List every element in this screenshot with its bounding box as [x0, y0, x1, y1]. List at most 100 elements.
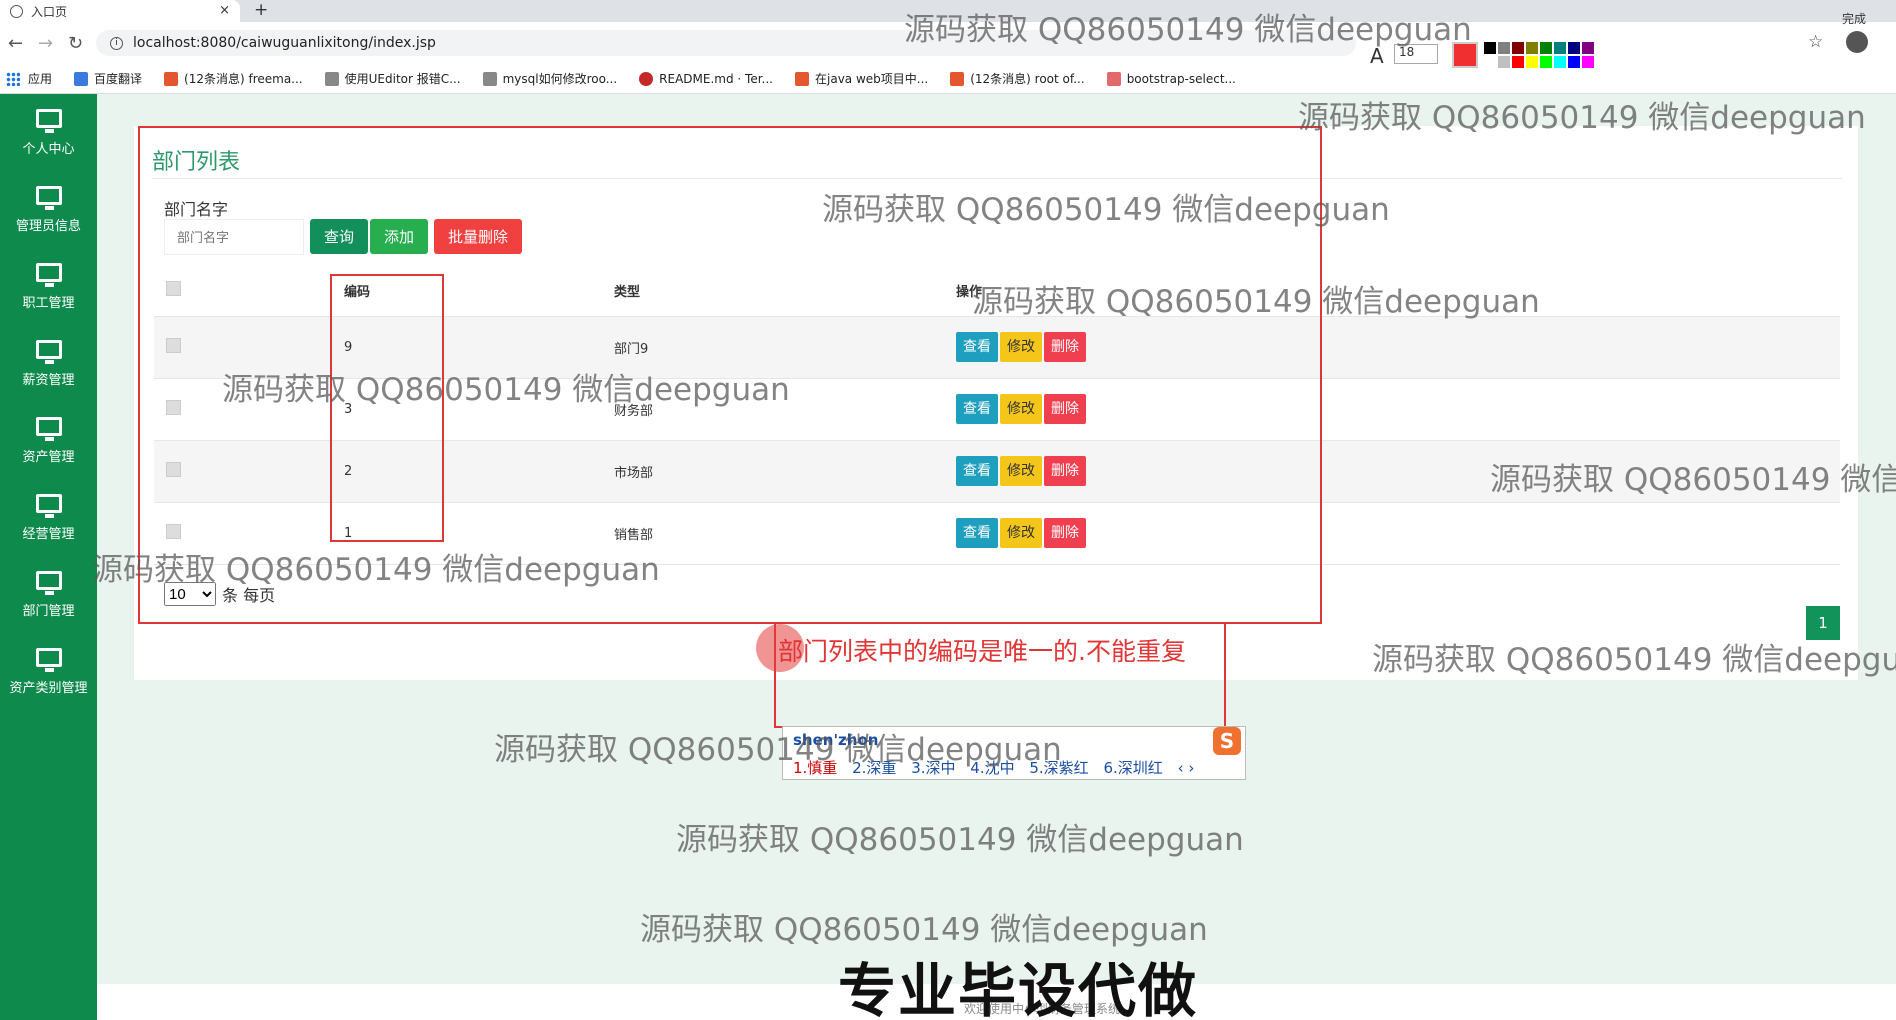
bookmark-item[interactable]: (12条消息) root of...: [950, 70, 1085, 87]
edit-button[interactable]: 修改: [1000, 332, 1042, 362]
sidebar-item-salary[interactable]: 薪资管理: [0, 325, 97, 402]
bookmark-item[interactable]: 在java web项目中...: [795, 70, 928, 87]
color-swatch[interactable]: [1498, 42, 1510, 54]
view-button[interactable]: 查看: [956, 394, 998, 424]
sidebar-item-asset-categories[interactable]: 资产类别管理: [0, 633, 97, 710]
bookmark-item[interactable]: bootstrap-select...: [1106, 71, 1236, 86]
color-swatch[interactable]: [1554, 56, 1566, 68]
ime-page-nav[interactable]: ‹ ›: [1178, 759, 1195, 777]
csdn-icon: [950, 71, 965, 86]
back-icon[interactable]: ←: [8, 33, 23, 54]
color-swatch[interactable]: [1554, 42, 1566, 54]
color-palette[interactable]: [1484, 42, 1594, 68]
ime-candidate-window: shen'zhon 1.慎重 2.深重 3.深中 4.沈中 5.深紫红 6.深圳…: [782, 726, 1246, 780]
color-swatch[interactable]: [1484, 42, 1496, 54]
ime-pinyin: shen'zhon: [793, 731, 879, 749]
edit-button[interactable]: 修改: [1000, 518, 1042, 548]
sidebar-item-departments[interactable]: 部门管理: [0, 556, 97, 633]
color-swatch[interactable]: [1540, 56, 1552, 68]
bookmark-item[interactable]: README.md · Ter...: [639, 71, 773, 86]
color-swatch[interactable]: [1582, 42, 1594, 54]
current-color-swatch[interactable]: [1452, 42, 1478, 68]
row-checkbox[interactable]: [166, 399, 181, 415]
url-text: localhost:8080/caiwuguanlixitong/index.j…: [133, 35, 436, 51]
page-size-select[interactable]: 10: [164, 582, 216, 606]
add-button[interactable]: 添加: [370, 219, 429, 254]
sidebar-item-personal[interactable]: 个人中心: [0, 94, 97, 171]
cell-type: 市场部: [602, 440, 944, 503]
bookmark-item[interactable]: 百度翻译: [74, 70, 142, 87]
done-button[interactable]: 完成: [1842, 10, 1866, 27]
delete-button[interactable]: 删除: [1044, 456, 1086, 486]
row-checkbox[interactable]: [166, 337, 181, 353]
ime-candidate[interactable]: 6.深圳红: [1103, 759, 1162, 777]
select-all-checkbox-cell[interactable]: [154, 266, 332, 317]
row-checkbox[interactable]: [166, 523, 181, 539]
bookmark-item[interactable]: (12条消息) freema...: [164, 70, 303, 87]
csdn-icon: [164, 71, 179, 86]
department-list-panel: 部门列表 部门名字 查询 添加 批量删除 编码 类型 操作 9 部门9 查看修改…: [134, 126, 1858, 680]
color-swatch[interactable]: [1526, 42, 1538, 54]
ime-candidate[interactable]: 1.慎重: [793, 759, 837, 777]
watermark: 源码获取 QQ86050149 微信deepguan: [676, 822, 1244, 858]
url-field[interactable]: i localhost:8080/caiwuguanlixitong/index…: [96, 30, 1356, 56]
table-row: 9 部门9 查看 修改 删除: [154, 316, 1840, 379]
color-swatch[interactable]: [1582, 56, 1594, 68]
color-swatch[interactable]: [1568, 42, 1580, 54]
reload-icon[interactable]: ↻: [68, 33, 83, 54]
page-title: 部门列表: [152, 150, 241, 175]
bookmark-item[interactable]: 使用UEditor 报错C...: [324, 70, 461, 87]
sidebar-item-operations[interactable]: 经营管理: [0, 479, 97, 556]
color-swatch[interactable]: [1568, 56, 1580, 68]
ime-candidates: 1.慎重 2.深重 3.深中 4.沈中 5.深紫红 6.深圳红 ‹ ›: [793, 757, 1204, 778]
per-page-label: 条 每页: [222, 586, 276, 605]
query-button[interactable]: 查询: [310, 219, 369, 254]
view-button[interactable]: 查看: [956, 456, 998, 486]
color-swatch[interactable]: [1484, 56, 1496, 68]
delete-button[interactable]: 删除: [1044, 332, 1086, 362]
page-number-button[interactable]: 1: [1806, 606, 1840, 640]
font-icon[interactable]: A: [1370, 44, 1384, 68]
font-size-select[interactable]: 18: [1394, 44, 1438, 64]
ime-candidate[interactable]: 3.深中: [911, 759, 955, 777]
color-swatch[interactable]: [1526, 56, 1538, 68]
view-button[interactable]: 查看: [956, 332, 998, 362]
view-button[interactable]: 查看: [956, 518, 998, 548]
bookmark-item[interactable]: mysql如何修改roo...: [482, 70, 617, 87]
browser-tab[interactable]: 入口页 ×: [0, 0, 240, 22]
delete-button[interactable]: 删除: [1044, 518, 1086, 548]
apps-grid-icon: [6, 71, 20, 86]
ime-candidate[interactable]: 4.沈中: [970, 759, 1014, 777]
monitor-icon: [35, 570, 62, 595]
info-icon[interactable]: i: [110, 36, 123, 50]
sidebar-item-assets[interactable]: 资产管理: [0, 402, 97, 479]
column-header-code: 编码: [332, 266, 602, 317]
department-name-input[interactable]: [164, 219, 304, 255]
cell-code: 9: [332, 316, 602, 379]
cell-code: 3: [332, 378, 602, 441]
color-swatch[interactable]: [1512, 56, 1524, 68]
bookmark-apps[interactable]: 应用: [6, 70, 52, 87]
delete-button[interactable]: 删除: [1044, 394, 1086, 424]
tab-close-icon[interactable]: ×: [219, 3, 230, 18]
annotation-text: 部门列表中的编码是唯一的.不能重复: [778, 637, 1186, 666]
edit-button[interactable]: 修改: [1000, 394, 1042, 424]
divider: [152, 178, 1842, 179]
batch-delete-button[interactable]: 批量删除: [434, 219, 523, 254]
sidebar-item-admins[interactable]: 管理员信息: [0, 171, 97, 248]
forward-icon[interactable]: →: [38, 33, 53, 54]
screenshot-toolbar: [1372, 6, 1896, 70]
monitor-icon: [35, 339, 62, 364]
color-swatch[interactable]: [1512, 42, 1524, 54]
bookmark-icon: [482, 71, 497, 86]
color-swatch[interactable]: [1540, 42, 1552, 54]
sidebar-item-employees[interactable]: 职工管理: [0, 248, 97, 325]
row-checkbox[interactable]: [166, 461, 181, 477]
ime-candidate[interactable]: 5.深紫红: [1029, 759, 1088, 777]
color-swatch[interactable]: [1498, 56, 1510, 68]
column-header-type: 类型: [602, 266, 944, 317]
ime-candidate[interactable]: 2.深重: [852, 759, 896, 777]
edit-button[interactable]: 修改: [1000, 456, 1042, 486]
new-tab-button[interactable]: +: [254, 0, 268, 20]
select-all-checkbox[interactable]: [166, 281, 181, 297]
